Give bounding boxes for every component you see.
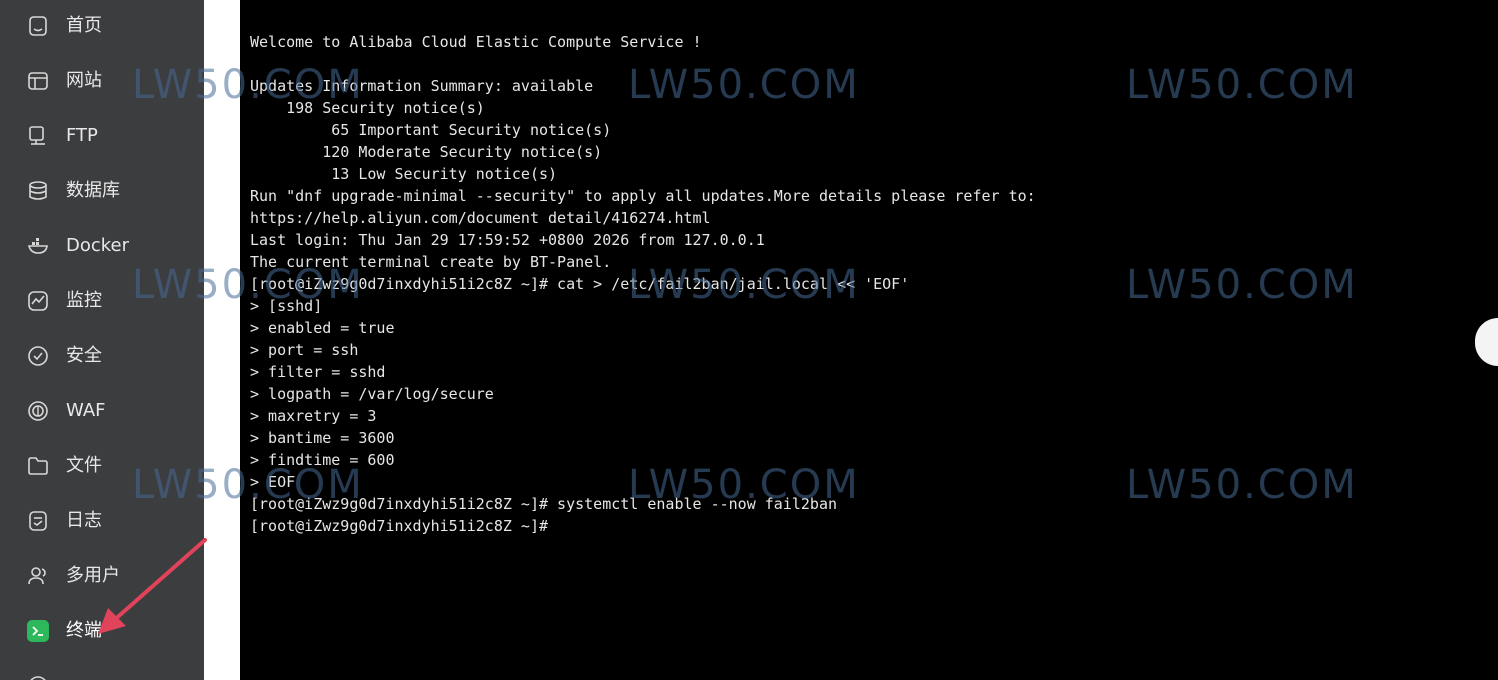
terminal-line: > port = ssh <box>250 341 359 359</box>
terminal-line: > [sshd] <box>250 297 323 315</box>
security-icon <box>26 344 50 368</box>
app-window: 首页 网站 FTP 数据库 Docker 监控 安全 WAF 文件 日志 多用户… <box>0 0 1498 680</box>
terminal-line: [root@iZwz9g0d7inxdyhi51i2c8Z ~]# cat > … <box>250 275 910 293</box>
terminal-line: > bantime = 3600 <box>250 429 395 447</box>
terminal-line: > logpath = /var/log/secure <box>250 385 494 403</box>
terminal-line: > findtime = 600 <box>250 451 395 469</box>
folder-icon <box>26 454 50 478</box>
home-icon <box>26 14 50 38</box>
sidebar-item-label: 首页 <box>66 15 102 36</box>
terminal-line: https://help.aliyun.com/document detail/… <box>250 209 711 227</box>
sidebar-item-terminal[interactable]: 终端 <box>0 611 204 651</box>
sidebar-item-users[interactable]: 多用户 <box>0 556 204 596</box>
sidebar-item-ftp[interactable]: FTP <box>0 116 204 156</box>
terminal-line: 120 Moderate Security notice(s) <box>250 143 603 161</box>
monitor-icon <box>26 289 50 313</box>
terminal-line: > EOF <box>250 473 296 491</box>
website-icon <box>26 69 50 93</box>
sidebar-item-waf[interactable]: WAF <box>0 391 204 431</box>
terminal-line: > filter = sshd <box>250 363 386 381</box>
terminal-prompt-line: [root@iZwz9g0d7inxdyhi51i2c8Z ~]# <box>250 517 549 535</box>
sidebar-item-security[interactable]: 安全 <box>0 336 204 376</box>
sidebar-item-label: FTP <box>66 125 98 146</box>
waf-icon <box>26 399 50 423</box>
log-icon <box>26 509 50 533</box>
sidebar-item-label: 监控 <box>66 290 102 311</box>
terminal-line: Updates Information Summary: available <box>250 77 594 95</box>
users-icon <box>26 564 50 588</box>
terminal-line: 13 Low Security notice(s) <box>250 165 558 183</box>
terminal-line: [root@iZwz9g0d7inxdyhi51i2c8Z ~]# system… <box>250 495 837 513</box>
sidebar-item-label: 网站 <box>66 70 102 91</box>
sidebar-item-more[interactable] <box>0 666 204 680</box>
terminal-line: 198 Security notice(s) <box>250 99 485 117</box>
sidebar-item-label: WAF <box>66 400 106 421</box>
sidebar-item-docker[interactable]: Docker <box>0 226 204 266</box>
terminal-line: 65 Important Security notice(s) <box>250 121 612 139</box>
terminal-panel[interactable]: Welcome to Alibaba Cloud Elastic Compute… <box>240 0 1498 680</box>
sidebar-item-label: 文件 <box>66 455 102 476</box>
sidebar-item-label: 数据库 <box>66 180 120 201</box>
sidebar-item-logs[interactable]: 日志 <box>0 501 204 541</box>
terminal-icon <box>26 619 50 643</box>
terminal-line: Last login: Thu Jan 29 17:59:52 +0800 20… <box>250 231 765 249</box>
sidebar-item-label: Docker <box>66 235 130 256</box>
content-gutter <box>204 0 240 680</box>
sidebar: 首页 网站 FTP 数据库 Docker 监控 安全 WAF 文件 日志 多用户… <box>0 0 204 680</box>
terminal-line: Welcome to Alibaba Cloud Elastic Compute… <box>250 33 702 51</box>
database-icon <box>26 179 50 203</box>
sidebar-item-label: 多用户 <box>66 565 120 586</box>
sidebar-item-home[interactable]: 首页 <box>0 6 204 46</box>
sidebar-item-label: 安全 <box>66 345 102 366</box>
sidebar-item-files[interactable]: 文件 <box>0 446 204 486</box>
terminal-line: > enabled = true <box>250 319 395 337</box>
ftp-icon <box>26 124 50 148</box>
sidebar-item-website[interactable]: 网站 <box>0 61 204 101</box>
terminal-line: > maxretry = 3 <box>250 407 377 425</box>
terminal-line: Run "dnf upgrade-minimal --security" to … <box>250 187 1036 205</box>
sidebar-item-label: 终端 <box>66 620 102 641</box>
sidebar-item-label: 日志 <box>66 510 102 531</box>
more-icon <box>26 674 50 680</box>
sidebar-item-monitor[interactable]: 监控 <box>0 281 204 321</box>
sidebar-item-database[interactable]: 数据库 <box>0 171 204 211</box>
docker-icon <box>26 234 50 258</box>
terminal-line: The current terminal create by BT-Panel. <box>250 253 612 271</box>
